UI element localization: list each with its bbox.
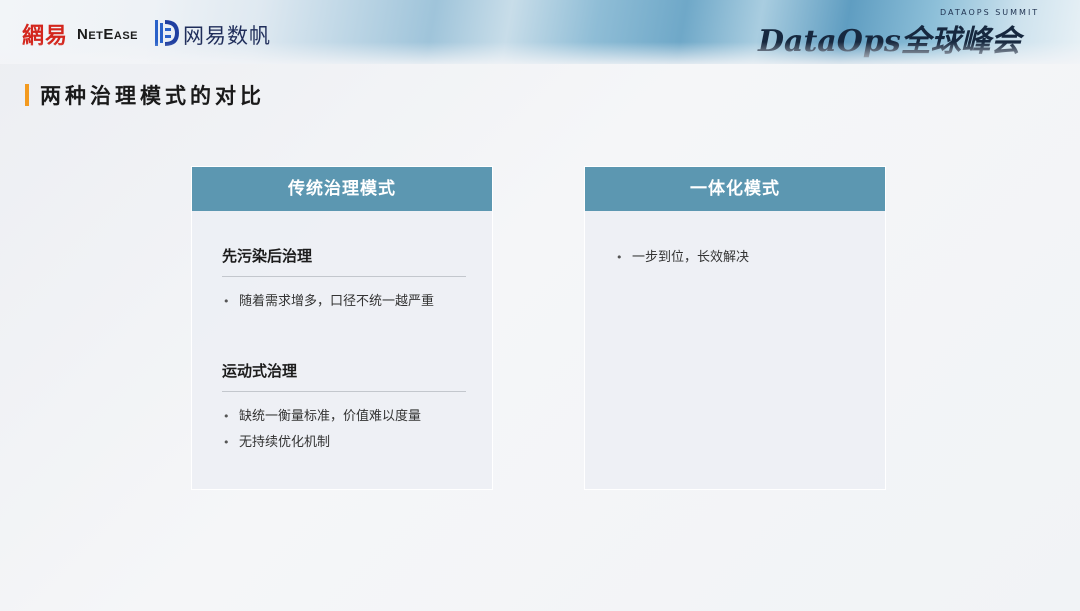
section-title: 先污染后治理 — [222, 245, 466, 277]
bullet-item: 无持续优化机制 — [222, 430, 466, 456]
section-integrated: 一步到位，长效解决 — [615, 233, 859, 271]
bullet-item: 缺统一衡量标准，价值难以度量 — [222, 404, 466, 430]
bullet-list: 随着需求增多，口径不统一越严重 — [222, 289, 466, 315]
integrated-mode-title: 一体化模式 — [585, 167, 885, 211]
summit-title: DataOps全球峰会 — [758, 24, 1021, 59]
shufan-logo-text: 网易数帆 — [183, 24, 271, 48]
bullet-item: 一步到位，长效解决 — [615, 245, 859, 271]
shufan-logo-icon — [155, 20, 179, 46]
integrated-mode-card: 一体化模式 一步到位，长效解决 — [584, 166, 886, 490]
heading-accent-bar — [25, 84, 29, 106]
netease-logo-cn: 網易 — [22, 23, 69, 49]
traditional-mode-title: 传统治理模式 — [192, 167, 492, 211]
header-banner: 網易 NetEase 网易数帆 DATAOPS SUMMIT DataOps全球… — [0, 0, 1080, 64]
slide: 網易 NetEase 网易数帆 DATAOPS SUMMIT DataOps全球… — [0, 0, 1080, 611]
bullet-list: 缺统一衡量标准，价值难以度量 无持续优化机制 — [222, 404, 466, 456]
section-campaign-governance: 运动式治理 缺统一衡量标准，价值难以度量 无持续优化机制 — [222, 360, 466, 456]
bullet-item: 随着需求增多，口径不统一越严重 — [222, 289, 466, 315]
page-title: 两种治理模式的对比 — [40, 84, 265, 108]
section-title: 运动式治理 — [222, 360, 466, 392]
bullet-list: 一步到位，长效解决 — [615, 245, 859, 271]
traditional-mode-card: 传统治理模式 先污染后治理 随着需求增多，口径不统一越严重 运动式治理 缺统一衡… — [191, 166, 493, 490]
netease-logo-en: NetEase — [77, 26, 139, 43]
section-pollute-first: 先污染后治理 随着需求增多，口径不统一越严重 — [222, 245, 466, 315]
